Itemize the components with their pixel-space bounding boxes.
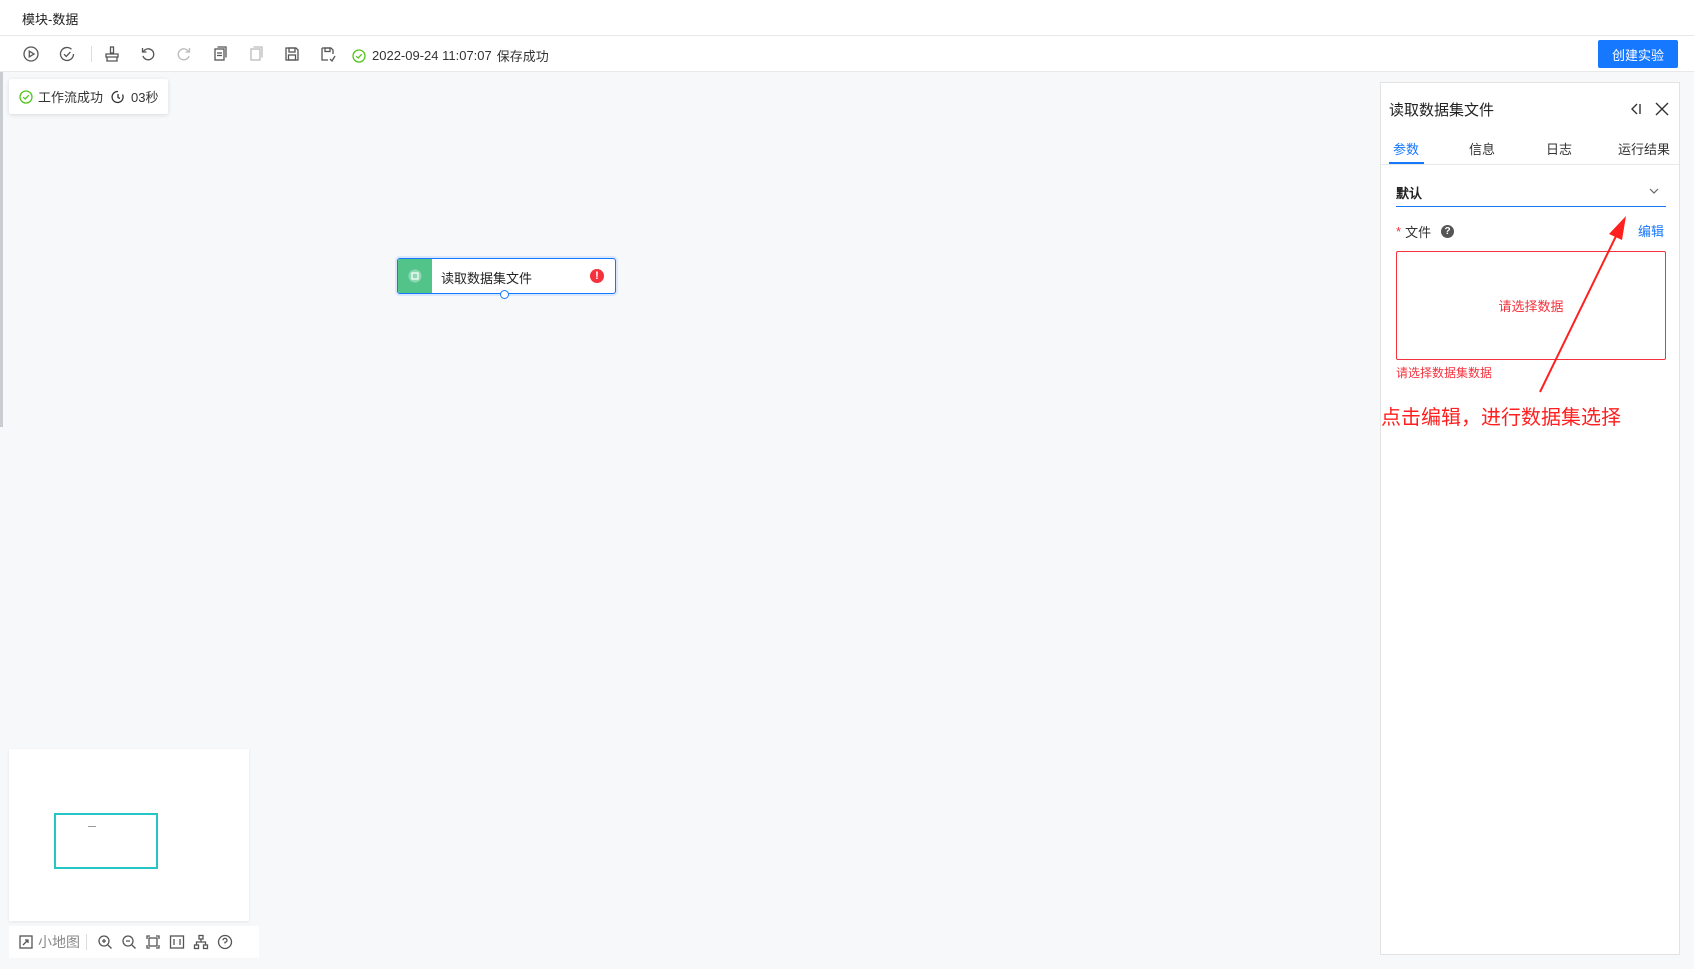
save-icon[interactable] xyxy=(282,44,302,64)
title-bar: 模块-数据 xyxy=(0,0,1694,36)
node-config-panel: 读取数据集文件 参数 信息 日志 运行结果 默认 * 文件 ? 编辑 请选择数据… xyxy=(1380,82,1680,955)
copy-icon[interactable] xyxy=(210,44,230,64)
dataset-icon xyxy=(408,269,422,283)
workflow-status-text: 工作流成功 xyxy=(38,90,104,105)
file-field-label: * 文件 ? xyxy=(1396,222,1455,241)
help-icon xyxy=(217,934,233,950)
minimap-viewport[interactable] xyxy=(54,813,158,869)
tab-params[interactable]: 参数 xyxy=(1393,139,1419,158)
workflow-node[interactable]: 读取数据集文件 ! xyxy=(397,258,616,299)
tab-info[interactable]: 信息 xyxy=(1469,139,1495,158)
window-title: 模块-数据 xyxy=(22,12,79,27)
tools-divider xyxy=(86,934,87,950)
canvas-tools: 小地图 xyxy=(9,926,259,958)
success-icon xyxy=(19,89,33,104)
undo-icon[interactable] xyxy=(138,44,158,64)
chevron-down-icon xyxy=(1649,188,1659,194)
check-circle-icon xyxy=(352,48,366,63)
zoom-out-icon xyxy=(122,935,136,949)
panel-tabs: 参数 信息 日志 运行结果 xyxy=(1381,131,1679,165)
zoom-out-button[interactable] xyxy=(117,926,141,958)
collapse-panel-icon[interactable] xyxy=(1627,100,1645,118)
error-icon: ! xyxy=(590,269,604,283)
clean-icon[interactable] xyxy=(102,44,122,64)
data-select-box[interactable]: 请选择数据 xyxy=(1396,251,1666,360)
data-placeholder: 请选择数据 xyxy=(1498,299,1564,314)
run-icon[interactable] xyxy=(21,44,41,64)
node-label: 读取数据集文件 xyxy=(441,271,533,286)
group-label: 默认 xyxy=(1396,186,1423,201)
minimap-node xyxy=(88,826,96,827)
required-mark: * xyxy=(1396,224,1402,239)
create-experiment-button[interactable]: 创建实验 xyxy=(1598,40,1678,68)
minimap-toggle[interactable]: 小地图 xyxy=(18,926,80,958)
save-status: 2022-09-24 11:07:07 保存成功 xyxy=(352,46,549,65)
auto-layout-button[interactable] xyxy=(189,926,213,958)
panel-title: 读取数据集文件 xyxy=(1389,102,1495,119)
minimap-label: 小地图 xyxy=(38,934,80,950)
timer-icon xyxy=(111,90,124,103)
toolbar-divider xyxy=(91,46,92,62)
save-status-text: 保存成功 xyxy=(496,49,549,64)
annotation-text: 点击编辑，进行数据集选择 xyxy=(1381,407,1621,429)
file-label-text: 文件 xyxy=(1405,225,1432,240)
close-icon[interactable] xyxy=(1653,100,1671,118)
canvas-scrollbar[interactable] xyxy=(0,72,3,427)
minimap-icon xyxy=(19,935,33,949)
actual-size-icon xyxy=(169,935,185,949)
workflow-status: 工作流成功 03秒 xyxy=(9,79,169,114)
redo-icon[interactable] xyxy=(174,44,194,64)
fit-screen-button[interactable] xyxy=(141,926,165,958)
workflow-duration: 03秒 xyxy=(131,90,159,105)
auto-layout-icon xyxy=(193,934,209,950)
help-button[interactable] xyxy=(213,926,237,958)
node-output-port[interactable] xyxy=(500,290,509,299)
zoom-in-button[interactable] xyxy=(93,926,117,958)
save-as-icon[interactable] xyxy=(318,44,338,64)
question-icon[interactable]: ? xyxy=(1441,225,1455,238)
tab-logs[interactable]: 日志 xyxy=(1546,139,1572,158)
edit-link[interactable]: 编辑 xyxy=(1638,221,1664,240)
check-run-icon[interactable] xyxy=(57,44,77,64)
active-tab-indicator xyxy=(1389,162,1424,164)
actual-size-button[interactable] xyxy=(165,926,189,958)
node-type-icon xyxy=(398,259,432,293)
toolbar: 2022-09-24 11:07:07 保存成功 创建实验 xyxy=(0,36,1694,72)
fit-screen-icon xyxy=(146,935,160,949)
minimap[interactable] xyxy=(9,749,249,921)
param-group-header[interactable]: 默认 xyxy=(1396,175,1666,207)
paste-icon[interactable] xyxy=(246,44,266,64)
zoom-in-icon xyxy=(98,935,112,949)
validation-error: 请选择数据集数据 xyxy=(1396,366,1493,380)
tab-results[interactable]: 运行结果 xyxy=(1618,139,1670,158)
save-time: 2022-09-24 11:07:07 xyxy=(372,48,492,63)
